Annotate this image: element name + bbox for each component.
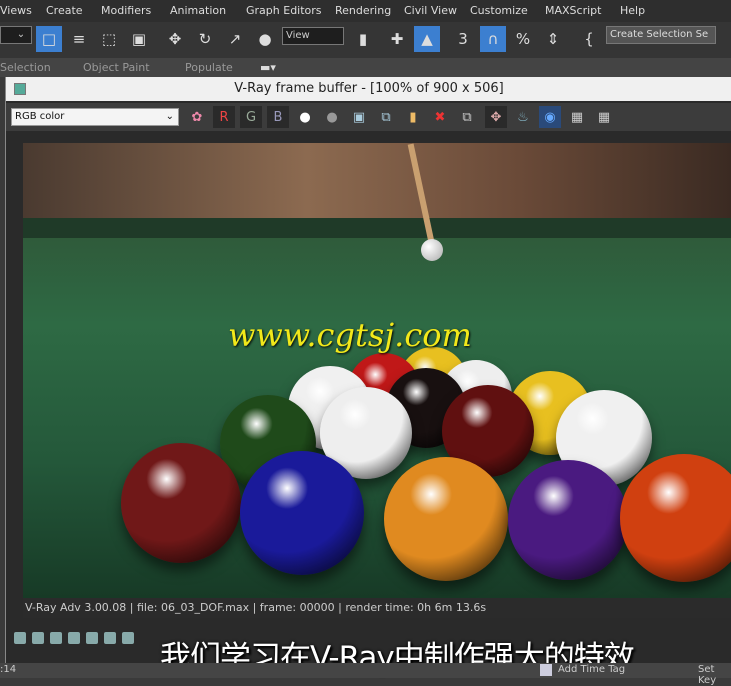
ribbon-tabs: Selection Object Paint Populate ▬▾ (0, 58, 731, 77)
cue-ball (421, 239, 443, 261)
tab-selection[interactable]: Selection (0, 61, 51, 74)
lens-effects-icon[interactable] (32, 632, 44, 644)
snap-toggle-icon[interactable]: 3 (450, 26, 476, 52)
snap-label: 3 (458, 30, 468, 48)
placement-icon[interactable]: ● (252, 26, 278, 52)
main-toolbar: ⌄ □ ≡ ⬚ ▣ ✥ ↻ ↗ ● View ▮ ✚ ▲ 3 ∩ % ⇕ { C… (0, 22, 731, 58)
load-image-icon[interactable]: ▮ (402, 106, 424, 128)
menu-maxscript[interactable]: MAXScript (545, 4, 601, 17)
clear-image-icon[interactable]: ✖ (429, 106, 451, 128)
history-icon[interactable] (14, 632, 26, 644)
billiard-ball (384, 457, 508, 581)
add-time-tag-button[interactable]: Add Time Tag (558, 664, 625, 675)
channel-label: RGB color (15, 111, 65, 122)
alpha-channel-icon[interactable]: ● (294, 106, 316, 128)
edit-named-selection-icon[interactable]: { (576, 26, 602, 52)
save-all-icon[interactable]: ⧉ (375, 106, 397, 128)
vfb-toolbar: RGB color ⌄ ✿ R G B ● ● ▣ ⧉ ▮ ✖ ⧉ ✥ ♨ ◉ ▦… (6, 103, 731, 131)
save-image-icon[interactable]: ▣ (348, 106, 370, 128)
rendered-image: www.cgtsj.com (23, 143, 731, 598)
chevron-down-icon: ⌄ (165, 111, 174, 122)
billiard-ball (620, 454, 731, 582)
keyboard-shortcut-icon[interactable]: ▲ (414, 26, 440, 52)
menu-civil-view[interactable]: Civil View (404, 4, 457, 17)
selection-filter-dropdown[interactable]: ⌄ (0, 26, 32, 44)
curve-icon[interactable] (122, 632, 134, 644)
duplicate-to-mfb-icon[interactable]: ⧉ (456, 106, 478, 128)
mono-channel-icon[interactable]: ● (321, 106, 343, 128)
histogram-icon[interactable] (104, 632, 116, 644)
select-by-name-icon[interactable]: ≡ (66, 26, 92, 52)
manipulate-icon[interactable]: ✚ (384, 26, 410, 52)
vray-frame-buffer-window: V-Ray frame buffer - [100% of 900 x 506]… (5, 77, 731, 663)
menu-bar: Views Create Modifiers Animation Graph E… (0, 0, 731, 22)
view-label: View (286, 30, 310, 41)
render-status-bar: V-Ray Adv 3.00.08 | file: 06_03_DOF.max … (23, 598, 731, 618)
ab-compare-2-icon[interactable]: ▦ (593, 106, 615, 128)
selection-set-label: Create Selection Se (610, 29, 709, 40)
scale-icon[interactable]: ↗ (222, 26, 248, 52)
pivot-icon[interactable]: ▮ (350, 26, 376, 52)
bottom-icons (14, 632, 134, 650)
spinner-snap-icon[interactable]: ⇕ (540, 26, 566, 52)
named-selection-dropdown[interactable]: Create Selection Se (606, 26, 716, 44)
menu-customize[interactable]: Customize (470, 4, 528, 17)
time-readout: :14 (0, 664, 17, 675)
menu-views[interactable]: Views (0, 4, 32, 17)
bottom-bar: :14 Add Time Tag Set Key (0, 663, 731, 686)
window-icon (14, 83, 26, 95)
billiard-ball (121, 443, 241, 563)
window-title: V-Ray frame buffer - [100% of 900 x 506] (234, 81, 504, 96)
menu-help[interactable]: Help (620, 4, 645, 17)
reference-coord-dropdown[interactable]: View (282, 27, 344, 45)
billiard-ball (508, 460, 628, 580)
background-room (23, 143, 731, 228)
tab-object-paint[interactable]: Object Paint (83, 61, 150, 74)
move-icon[interactable]: ✥ (162, 26, 188, 52)
table-cushion (23, 218, 731, 238)
track-mouse-icon[interactable]: ✥ (485, 106, 507, 128)
window-title-bar[interactable]: V-Ray frame buffer - [100% of 900 x 506] (6, 77, 731, 101)
time-tag-icon (540, 664, 552, 676)
window-crossing-icon[interactable]: ▣ (126, 26, 152, 52)
color-channels-icon[interactable]: ✿ (186, 106, 208, 128)
watermark: www.cgtsj.com (228, 316, 472, 354)
rotate-icon[interactable]: ↻ (192, 26, 218, 52)
percent-snap-icon[interactable]: % (510, 26, 536, 52)
billiard-ball (240, 451, 364, 575)
select-object-icon[interactable]: □ (36, 26, 62, 52)
menu-animation[interactable]: Animation (170, 4, 226, 17)
menu-create[interactable]: Create (46, 4, 83, 17)
ribbon-options-icon[interactable]: ▬▾ (260, 61, 276, 74)
tab-populate[interactable]: Populate (185, 61, 233, 74)
color-correction-icon[interactable]: ◉ (539, 106, 561, 128)
green-channel-button[interactable]: G (240, 106, 262, 128)
channel-dropdown[interactable]: RGB color ⌄ (11, 108, 179, 126)
blue-channel-button[interactable]: B (267, 106, 289, 128)
set-key-button[interactable]: Set Key (698, 664, 731, 686)
ab-compare-icon[interactable]: ▦ (566, 106, 588, 128)
lut-icon[interactable] (86, 632, 98, 644)
menu-modifiers[interactable]: Modifiers (101, 4, 151, 17)
levels-icon[interactable] (68, 632, 80, 644)
info-icon[interactable] (50, 632, 62, 644)
menu-graph-editors[interactable]: Graph Editors (246, 4, 322, 17)
menu-rendering[interactable]: Rendering (335, 4, 391, 17)
angle-snap-icon[interactable]: ∩ (480, 26, 506, 52)
rect-selection-icon[interactable]: ⬚ (96, 26, 122, 52)
red-channel-button[interactable]: R (213, 106, 235, 128)
render-teapot-icon[interactable]: ♨ (512, 106, 534, 128)
